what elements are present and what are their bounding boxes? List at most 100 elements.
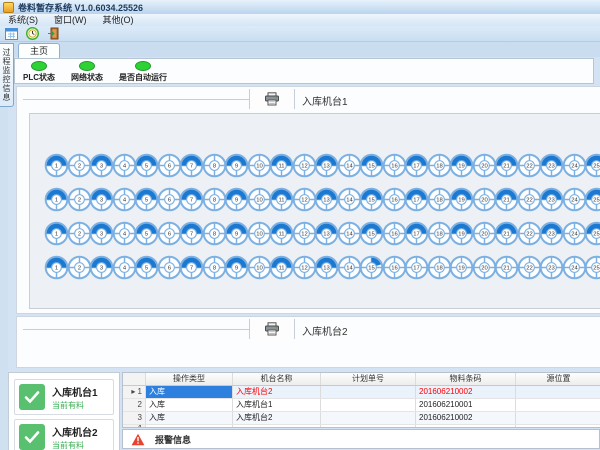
table-row[interactable]: 2入库入库机台1 201606210001 xyxy=(123,399,600,412)
svg-text:15: 15 xyxy=(368,266,375,272)
cell-src[interactable] xyxy=(516,425,600,428)
card-text: 入库机台1当前有料 xyxy=(52,384,98,411)
cell-plan[interactable] xyxy=(321,412,416,424)
svg-text:20: 20 xyxy=(481,232,488,238)
cell-plan[interactable] xyxy=(321,399,416,411)
svg-text:12: 12 xyxy=(301,164,308,170)
cell-op[interactable]: 入库 xyxy=(146,399,233,411)
svg-text:11: 11 xyxy=(278,232,284,238)
table-header-row: 操作类型机台名称计划单号物料条码源位置 xyxy=(123,373,600,386)
machine2-header: 入库机台2 xyxy=(17,317,600,341)
machine2-print-button[interactable] xyxy=(249,319,295,339)
menu-item-2[interactable]: 其他(O) xyxy=(95,14,142,26)
slot-indicator-2-25: 25 xyxy=(583,186,600,213)
tab-strip: 主页 xyxy=(0,42,600,57)
menu-item-0[interactable]: 系统(S) xyxy=(0,14,46,26)
svg-text:17: 17 xyxy=(413,266,420,272)
cell-src[interactable] xyxy=(516,399,600,411)
svg-text:19: 19 xyxy=(458,232,465,238)
cell-op[interactable] xyxy=(146,425,233,428)
station-cards-panel: 入库机台1当前有料入库机台2当前有料 xyxy=(8,372,120,450)
svg-text:3: 3 xyxy=(100,266,103,272)
svg-text:11: 11 xyxy=(278,164,284,170)
row-number-cell: 2 xyxy=(123,399,146,411)
svg-text:21: 21 xyxy=(503,232,510,238)
svg-text:11: 11 xyxy=(278,266,284,272)
tab-home[interactable]: 主页 xyxy=(18,43,60,58)
column-header-4[interactable]: 物料条码 xyxy=(416,373,516,385)
station-card-2[interactable]: 入库机台2当前有料 xyxy=(14,419,114,450)
side-collapsed-tab[interactable]: 过程监控信息 xyxy=(0,43,14,107)
svg-text:7: 7 xyxy=(190,232,193,238)
divider xyxy=(23,329,249,330)
operations-table: 操作类型机台名称计划单号物料条码源位置▸ 1入库入库机台220160621000… xyxy=(122,372,600,428)
cell-machine[interactable]: 入库机台2 xyxy=(233,412,321,424)
svg-text:2: 2 xyxy=(77,164,80,170)
machine1-print-button[interactable] xyxy=(249,89,295,109)
svg-text:2: 2 xyxy=(77,266,80,272)
cell-machine[interactable]: 入库机台1 xyxy=(233,399,321,411)
cell-plan[interactable] xyxy=(321,386,416,398)
status-indicator-0: PLC状态 xyxy=(23,59,55,83)
svg-text:16: 16 xyxy=(391,266,398,272)
svg-text:14: 14 xyxy=(346,266,353,272)
svg-text:18: 18 xyxy=(436,198,443,204)
machine1-title: 入库机台1 xyxy=(302,93,348,108)
cell-src[interactable] xyxy=(516,412,600,424)
svg-text:19: 19 xyxy=(458,198,465,204)
status-label: PLC状态 xyxy=(23,72,55,83)
cell-machine[interactable] xyxy=(233,425,321,428)
svg-text:11: 11 xyxy=(278,198,284,204)
column-header-3[interactable]: 计划单号 xyxy=(321,373,416,385)
column-header-rownum[interactable] xyxy=(123,373,146,385)
svg-text:20: 20 xyxy=(481,164,488,170)
svg-text:3: 3 xyxy=(100,232,103,238)
cell-machine[interactable]: 入库机台2 xyxy=(233,386,321,398)
svg-text:6: 6 xyxy=(167,164,170,170)
svg-text:2: 2 xyxy=(77,198,80,204)
clock-icon[interactable] xyxy=(25,26,40,41)
table-row[interactable]: ▸ 1入库入库机台2201606210002 xyxy=(123,386,600,399)
svg-text:19: 19 xyxy=(458,164,465,170)
svg-text:18: 18 xyxy=(436,232,443,238)
column-header-2[interactable]: 机台名称 xyxy=(233,373,321,385)
svg-text:25: 25 xyxy=(593,164,600,170)
card-title: 入库机台1 xyxy=(52,384,98,399)
cell-barcode[interactable]: 201606210002 xyxy=(416,386,516,398)
svg-text:22: 22 xyxy=(526,164,533,170)
cell-plan[interactable] xyxy=(321,425,416,428)
station-card-1[interactable]: 入库机台1当前有料 xyxy=(14,379,114,415)
cell-barcode[interactable]: 201606210002 xyxy=(416,412,516,424)
column-header-1[interactable]: 操作类型 xyxy=(146,373,233,385)
cell-barcode[interactable]: 201606210001 xyxy=(416,399,516,411)
svg-text:17: 17 xyxy=(413,164,420,170)
svg-text:13: 13 xyxy=(323,164,330,170)
svg-text:6: 6 xyxy=(167,198,170,204)
cell-barcode[interactable] xyxy=(416,425,516,428)
svg-text:2: 2 xyxy=(77,232,80,238)
slot-row-2: 1234567891011121314151617181920212223242… xyxy=(43,186,600,213)
tool-bar xyxy=(0,26,600,42)
svg-text:9: 9 xyxy=(235,266,238,272)
svg-text:7: 7 xyxy=(190,164,193,170)
svg-text:8: 8 xyxy=(212,198,215,204)
status-label: 网络状态 xyxy=(71,72,103,83)
svg-text:9: 9 xyxy=(235,198,238,204)
svg-text:17: 17 xyxy=(413,198,420,204)
machine1-slot-grid: 1234567891011121314151617181920212223242… xyxy=(29,113,600,309)
column-header-5[interactable]: 源位置 xyxy=(516,373,600,385)
status-dot-icon xyxy=(31,61,47,71)
table-row[interactable]: 3入库入库机台2201606210002 xyxy=(123,412,600,425)
table-row[interactable]: 4 xyxy=(123,425,600,428)
svg-text:21: 21 xyxy=(503,164,510,170)
cell-src[interactable] xyxy=(516,386,600,398)
menu-item-1[interactable]: 窗口(W) xyxy=(46,14,95,26)
svg-text:22: 22 xyxy=(526,232,533,238)
cell-op[interactable]: 入库 xyxy=(146,386,233,398)
exit-door-icon[interactable] xyxy=(46,26,61,41)
cell-op[interactable]: 入库 xyxy=(146,412,233,424)
slot-row-3: 1234567891011121314151617181920212223242… xyxy=(43,220,600,247)
svg-text:23: 23 xyxy=(548,266,555,272)
svg-text:25: 25 xyxy=(593,266,600,272)
calendar-icon[interactable] xyxy=(4,26,19,41)
